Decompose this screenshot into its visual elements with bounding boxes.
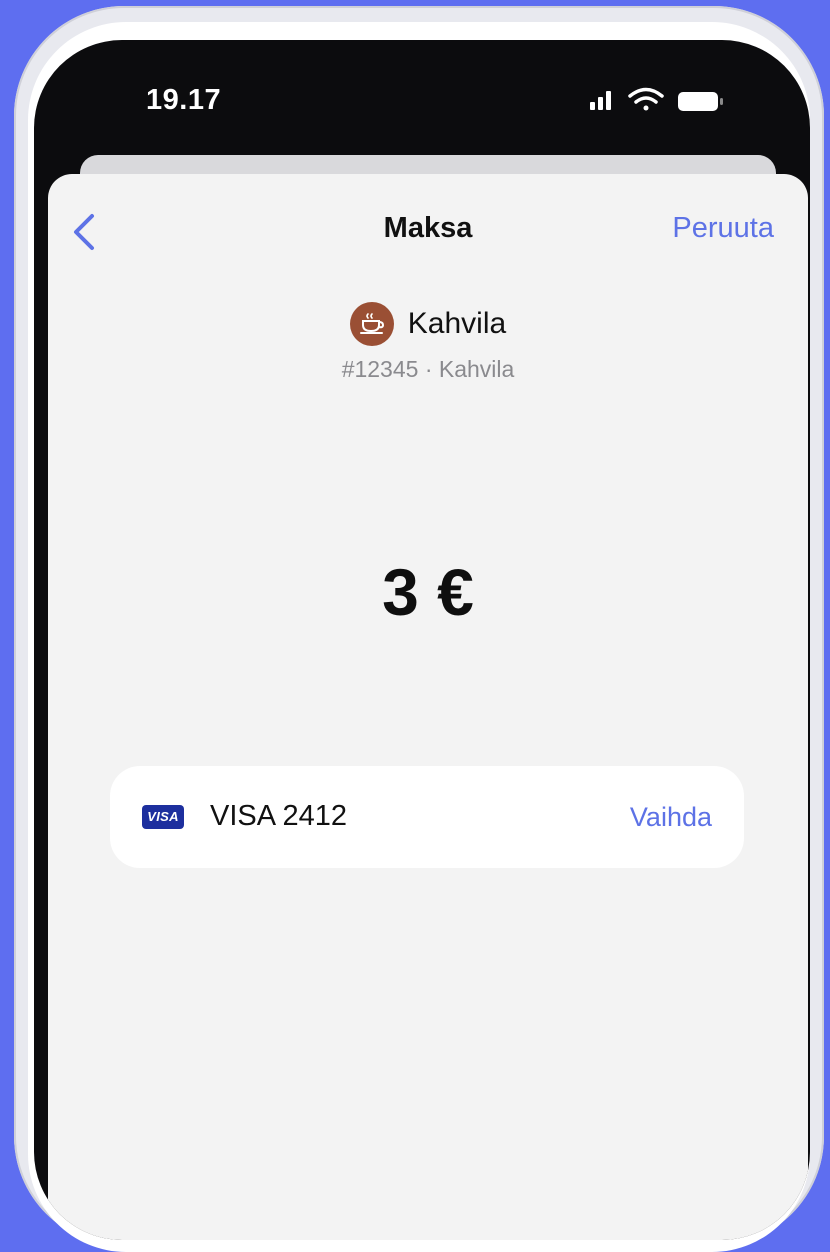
status-icons	[590, 87, 723, 111]
payment-amount: 3 €	[382, 555, 474, 629]
change-payment-button[interactable]: Vaihda	[630, 802, 712, 833]
merchant-name: Kahvila	[407, 307, 507, 340]
merchant-header: Kahvila	[48, 302, 808, 346]
battery-icon	[678, 92, 723, 111]
signal-icon	[590, 91, 611, 110]
visa-card-icon: VISA	[142, 805, 184, 829]
merchant-subtitle: #12345 · Kahvila	[341, 356, 515, 382]
cancel-button[interactable]: Peruuta	[672, 212, 774, 245]
card-label: VISA 2412	[210, 800, 348, 832]
status-time: 19.17	[146, 84, 222, 116]
merchant-logo	[349, 302, 394, 346]
phone-screen: 19.17 Maksa Peruuta Kahvila #12345 · Kah…	[34, 40, 810, 1240]
payment-method-row: VISA VISA 2412 Vaihda	[110, 766, 744, 868]
wifi-icon	[628, 87, 664, 111]
coffee-cup-icon	[359, 313, 384, 334]
payment-sheet: Maksa Peruuta Kahvila #12345 · Kahvila 3…	[48, 174, 808, 1240]
